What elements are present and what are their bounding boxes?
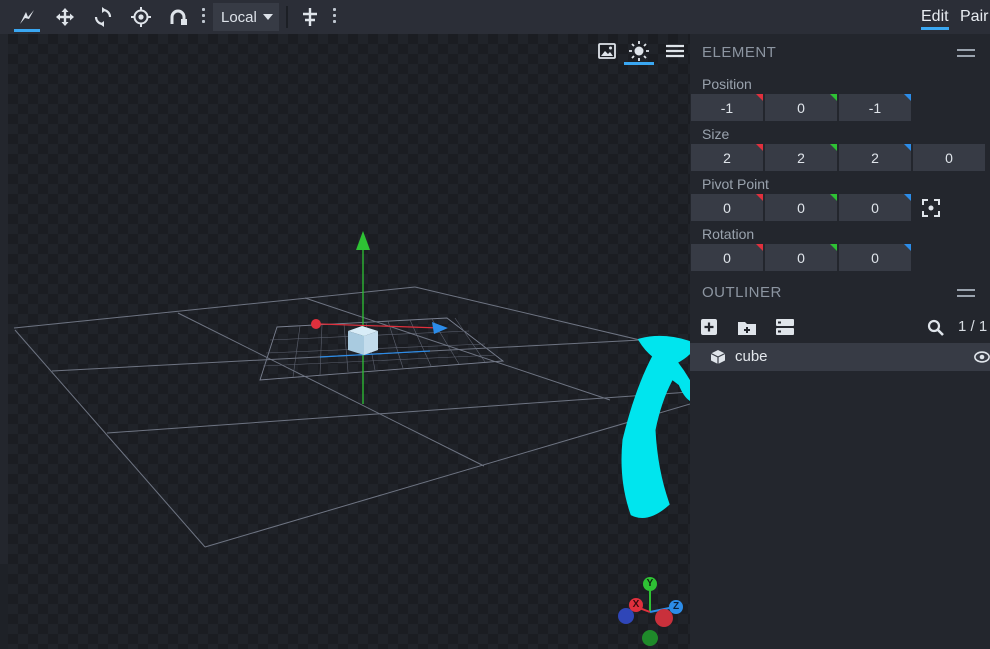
gizmo-y-label[interactable]: Y bbox=[643, 577, 657, 591]
pivot-y-input[interactable]: 0 bbox=[765, 194, 837, 221]
hamburger-icon bbox=[666, 44, 684, 58]
vertex-snap-tool-button[interactable] bbox=[12, 3, 42, 32]
pivot-z-input[interactable]: 0 bbox=[839, 194, 911, 221]
gizmo-z-label[interactable]: Z bbox=[669, 600, 683, 614]
right-panel: ELEMENT Position -1 0 -1 Size 2 2 2 0 Pi… bbox=[690, 34, 990, 649]
outliner-item-label: cube bbox=[735, 348, 768, 365]
annotation-arrow bbox=[621, 335, 690, 518]
vertex-snap-icon bbox=[20, 10, 34, 24]
add-cube-button[interactable] bbox=[699, 317, 719, 337]
resize-tool-button[interactable] bbox=[163, 3, 193, 31]
outliner-item-cube[interactable]: cube bbox=[690, 343, 990, 371]
size-y-input[interactable]: 2 bbox=[765, 144, 837, 171]
size-label: Size bbox=[702, 126, 730, 142]
inflate-input[interactable]: 0 bbox=[913, 144, 985, 171]
rotation-x-value: 0 bbox=[723, 249, 731, 266]
add-group-button[interactable] bbox=[736, 317, 758, 337]
add-cube-icon bbox=[701, 319, 717, 335]
x-axis-line bbox=[319, 323, 441, 329]
mode-tab-edit[interactable]: Edit bbox=[921, 8, 949, 30]
position-z-input[interactable]: -1 bbox=[839, 94, 911, 121]
search-icon bbox=[927, 319, 944, 336]
pivot-label: Pivot Point bbox=[702, 176, 769, 192]
size-y-value: 2 bbox=[797, 149, 805, 166]
left-sidebar-collapsed[interactable] bbox=[0, 34, 8, 564]
chevron-down-icon bbox=[262, 14, 273, 20]
rotation-x-input[interactable]: 0 bbox=[691, 244, 763, 271]
size-x-value: 2 bbox=[723, 149, 731, 166]
rotation-z-input[interactable]: 0 bbox=[839, 244, 911, 271]
position-label: Position bbox=[702, 76, 752, 92]
center-pivot-button[interactable] bbox=[921, 198, 941, 218]
position-x-value: -1 bbox=[720, 99, 734, 116]
inflate-value: 0 bbox=[945, 149, 953, 166]
z-axis-line bbox=[319, 350, 431, 358]
size-x-input[interactable]: 2 bbox=[691, 144, 763, 171]
element-panel-title: ELEMENT bbox=[702, 44, 777, 61]
cube-mesh bbox=[348, 326, 378, 355]
rotate-icon bbox=[94, 7, 112, 27]
outliner-count: 1 / 1 bbox=[958, 318, 988, 335]
orientation-gizmo[interactable]: Y X Z bbox=[616, 576, 686, 648]
magnet-icon bbox=[170, 9, 187, 25]
position-x-input[interactable]: -1 bbox=[691, 94, 763, 121]
crosshair-icon bbox=[131, 7, 151, 27]
position-z-value: -1 bbox=[868, 99, 882, 116]
add-folder-icon bbox=[738, 321, 756, 335]
pivot-x-input[interactable]: 0 bbox=[691, 194, 763, 221]
lighting-toggle-button[interactable] bbox=[624, 40, 654, 65]
pivot-z-value: 0 bbox=[871, 199, 879, 216]
rotation-y-value: 0 bbox=[797, 249, 805, 266]
mirror-icon bbox=[303, 8, 317, 26]
rotation-label: Rotation bbox=[702, 226, 755, 242]
rotation-y-input[interactable]: 0 bbox=[765, 244, 837, 271]
gizmo-x-label[interactable]: X bbox=[629, 598, 643, 612]
rotate-tool-button[interactable] bbox=[88, 3, 118, 31]
toolbar-overflow-handle-2[interactable] bbox=[333, 8, 337, 24]
image-icon bbox=[598, 43, 616, 59]
transform-space-value: Local bbox=[221, 8, 257, 26]
size-z-value: 2 bbox=[871, 149, 879, 166]
list-settings-icon bbox=[776, 319, 794, 335]
pivot-y-value: 0 bbox=[797, 199, 805, 216]
pivot-tool-button[interactable] bbox=[126, 3, 156, 31]
scene-canvas[interactable] bbox=[8, 34, 690, 649]
outliner-search-button[interactable] bbox=[925, 317, 945, 337]
x-axis-handle-icon bbox=[311, 319, 321, 329]
move-arrows-icon bbox=[56, 8, 74, 26]
mode-tab-paint[interactable]: Pair bbox=[960, 8, 988, 26]
viewport-menu-button[interactable] bbox=[664, 40, 686, 62]
position-y-input[interactable]: 0 bbox=[765, 94, 837, 121]
main-toolbar: Local Edit Pair bbox=[0, 0, 990, 34]
y-axis-arrow-icon bbox=[356, 231, 370, 250]
toggle-options-button[interactable] bbox=[774, 317, 796, 337]
viewport-3d[interactable]: Y X Z bbox=[8, 34, 690, 649]
move-tool-button[interactable] bbox=[50, 3, 80, 31]
rotation-z-value: 0 bbox=[871, 249, 879, 266]
sun-icon bbox=[629, 41, 649, 61]
background-image-button[interactable] bbox=[596, 40, 618, 62]
visibility-eye-icon[interactable] bbox=[974, 349, 990, 365]
pivot-x-value: 0 bbox=[723, 199, 731, 216]
focus-center-icon bbox=[922, 199, 940, 217]
position-y-value: 0 bbox=[797, 99, 805, 116]
transform-space-select[interactable]: Local bbox=[213, 3, 279, 31]
element-panel-menu-icon[interactable] bbox=[957, 49, 975, 61]
large-grid bbox=[13, 286, 690, 548]
outliner-title: OUTLINER bbox=[702, 284, 782, 301]
outliner-menu-icon[interactable] bbox=[957, 289, 975, 301]
toolbar-divider bbox=[286, 6, 288, 28]
cube-icon bbox=[710, 349, 726, 365]
size-z-input[interactable]: 2 bbox=[839, 144, 911, 171]
toolbar-overflow-handle[interactable] bbox=[202, 8, 206, 24]
mirror-tool-button[interactable] bbox=[295, 3, 325, 31]
